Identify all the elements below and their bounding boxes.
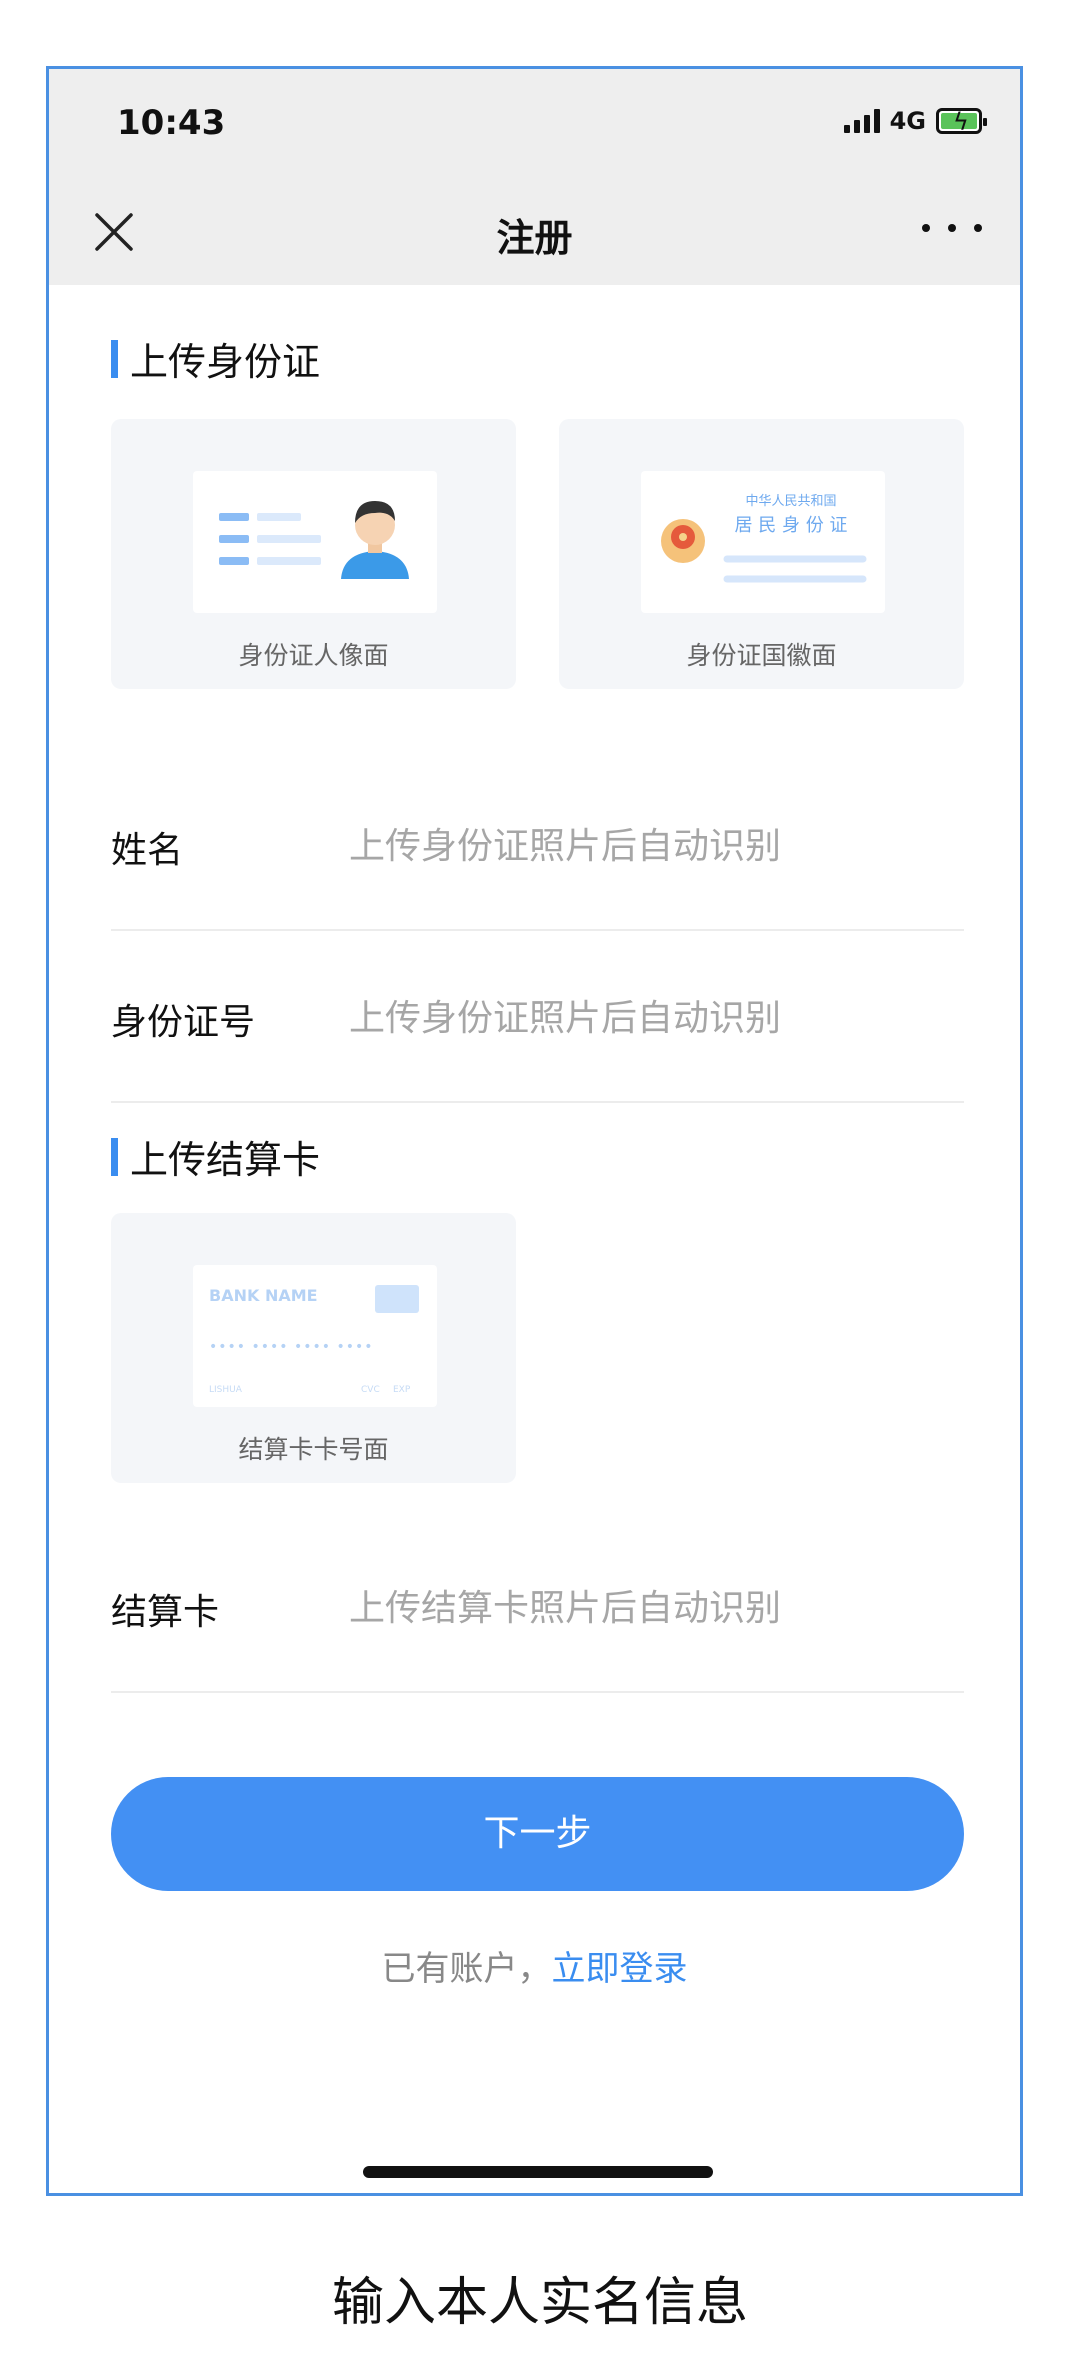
card-label: 身份证国徽面 [686, 641, 837, 670]
login-prompt: 已有账户，立即登录 [49, 1941, 1020, 1990]
upload-id-portrait-card[interactable]: 身份证人像面 [111, 419, 516, 689]
home-indicator[interactable] [363, 2166, 713, 2178]
section-title-text: 上传身份证 [130, 340, 321, 384]
name-field: 姓名 上传身份证照片后自动识别 [111, 759, 964, 931]
section-title-text: 上传结算卡 [130, 1138, 321, 1182]
status-bar: 10:43 4G ϟ [49, 69, 1020, 179]
section-accent-bar [111, 339, 118, 378]
id-emblem-illustration: 中华人民共和国 居 民 身 份 证 [641, 471, 885, 613]
top-bar: 10:43 4G ϟ 注册 [49, 69, 1020, 285]
status-icons: 4G ϟ [843, 107, 987, 136]
section-title-settlement: 上传结算卡 [111, 1129, 320, 1184]
bank-name-text: BANK NAME [209, 1286, 318, 1305]
next-step-button[interactable]: 下一步 [111, 1777, 964, 1891]
id-number-field: 身份证号 上传身份证照片后自动识别 [111, 931, 964, 1103]
card-label: 结算卡卡号面 [238, 1435, 389, 1464]
upload-bank-card[interactable]: BANK NAME •••• •••• •••• •••• LISHUA CVC… [111, 1213, 516, 1483]
phone-screen: 10:43 4G ϟ 注册 上传身份证 身份证人像面 中华人民共和国 居 民 身… [46, 66, 1023, 2196]
upload-id-emblem-card[interactable]: 中华人民共和国 居 民 身 份 证 身份证国徽面 [559, 419, 964, 689]
settlement-card-field: 结算卡 上传结算卡照片后自动识别 [111, 1521, 964, 1693]
bank-exp-text: EXP [393, 1385, 411, 1395]
section-title-id-card: 上传身份证 [111, 331, 320, 386]
nav-bar: 注册 [49, 179, 1020, 285]
card-label: 身份证人像面 [238, 641, 389, 670]
caption-text: 输入本人实名信息 [331, 2273, 748, 2333]
signal-icon [843, 109, 880, 133]
login-prompt-text: 已有账户， [381, 1949, 552, 1989]
more-icon[interactable] [922, 213, 982, 243]
bank-card-illustration: BANK NAME •••• •••• •••• •••• LISHUA CVC… [193, 1265, 437, 1407]
network-type: 4G [889, 107, 926, 135]
settlement-card-label: 结算卡 [111, 1592, 220, 1633]
battery-icon: ϟ [936, 108, 987, 136]
id-portrait-illustration [193, 471, 437, 613]
page-title: 注册 [496, 216, 573, 260]
bank-cvc-text: CVC [361, 1385, 380, 1395]
id-number-label: 身份证号 [111, 1002, 256, 1043]
section-accent-bar [111, 1137, 118, 1176]
name-label: 姓名 [111, 830, 184, 871]
id-number-value: 上传身份证照片后自动识别 [349, 998, 782, 1039]
emblem-line2: 居 民 身 份 证 [735, 515, 848, 536]
emblem-line1: 中华人民共和国 [745, 494, 836, 509]
settlement-card-value: 上传结算卡照片后自动识别 [349, 1588, 782, 1629]
bank-number-text: •••• •••• •••• •••• [209, 1339, 373, 1355]
name-value: 上传身份证照片后自动识别 [349, 826, 782, 867]
bank-brand-text: LISHUA [209, 1385, 243, 1395]
login-link[interactable]: 立即登录 [552, 1949, 688, 1989]
status-time: 10:43 [117, 103, 226, 143]
